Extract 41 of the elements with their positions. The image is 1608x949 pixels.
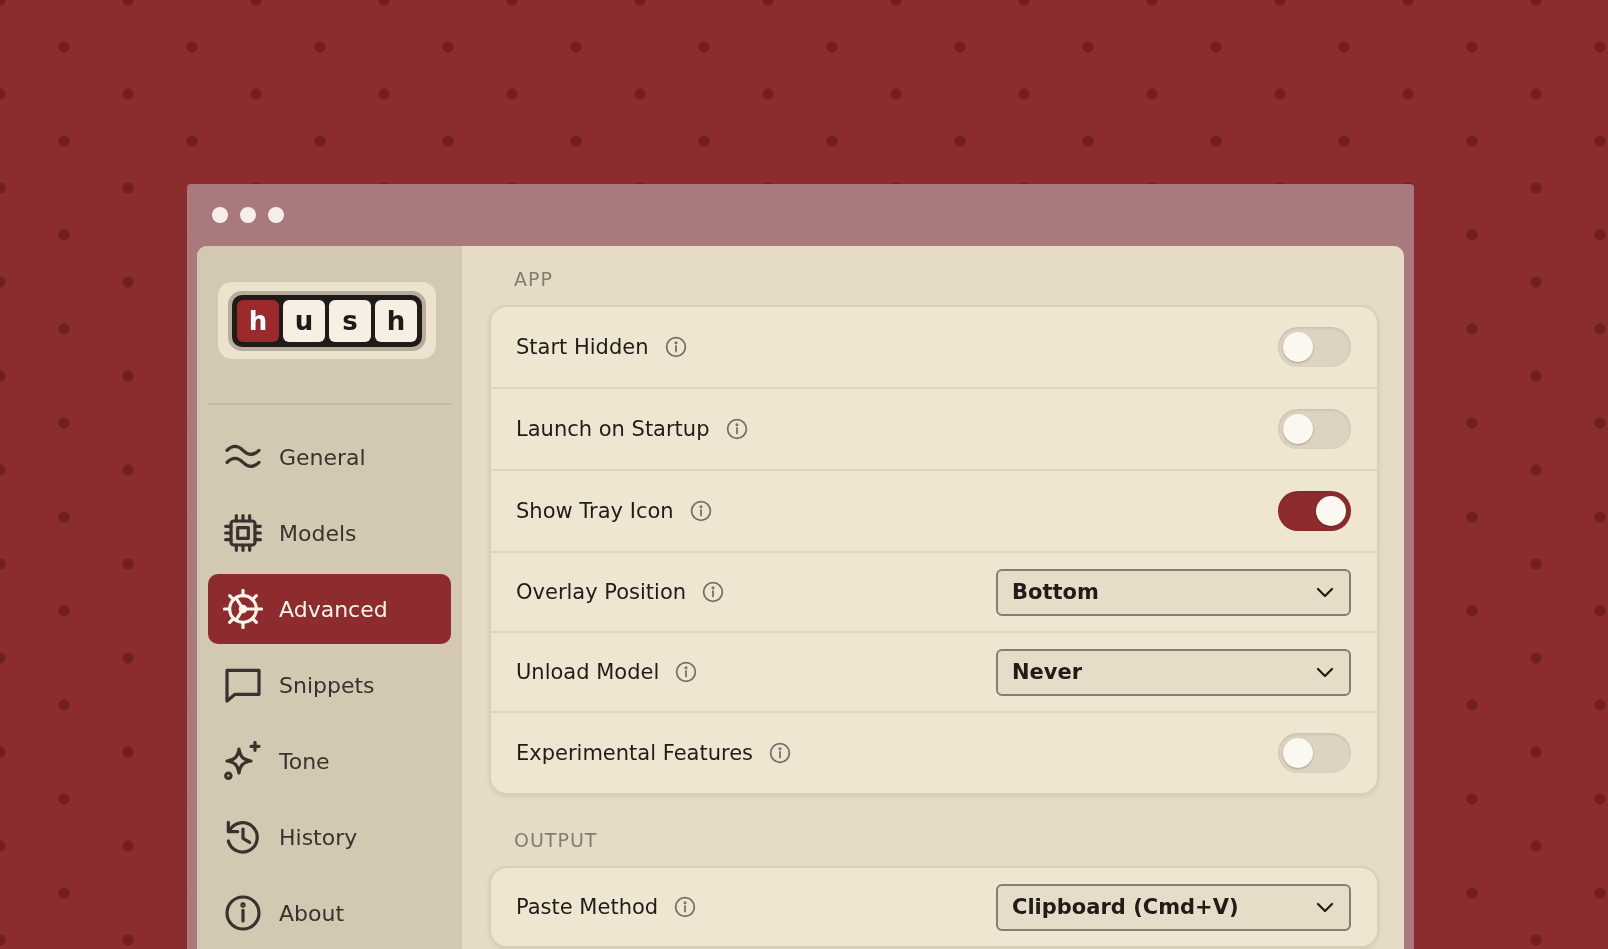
setting-label: Paste Method [516, 895, 659, 919]
info-icon[interactable] [689, 500, 712, 522]
setting-label: Overlay Position [516, 580, 687, 604]
logo-letter: s [329, 299, 371, 342]
toggle-switch[interactable] [1278, 327, 1351, 367]
chip-icon [223, 513, 263, 553]
toggle-switch[interactable] [1278, 733, 1351, 773]
setting-label: Show Tray Icon [516, 499, 674, 523]
setting-label: Unload Model [516, 660, 660, 684]
info-icon[interactable] [664, 336, 687, 358]
logo-letter: u [283, 299, 325, 342]
dropdown[interactable]: Clipboard (Cmd+V) [996, 883, 1351, 931]
toggle-switch[interactable] [1278, 409, 1351, 449]
logo-letter: h [237, 299, 279, 342]
section-heading: OUTPUT [513, 829, 599, 851]
logo-letter: h [375, 299, 417, 342]
sidebar-item[interactable]: History [208, 802, 451, 872]
sidebar-item[interactable]: Models [208, 498, 451, 568]
sidebar-item[interactable]: About [208, 878, 451, 948]
sidebar-item[interactable]: Tone [208, 726, 451, 796]
gear-icon [223, 589, 263, 629]
info-icon [223, 893, 263, 933]
window-control[interactable] [240, 207, 256, 223]
info-icon[interactable] [674, 896, 697, 918]
setting-label: Launch on Startup [516, 417, 710, 441]
dropdown[interactable]: Never [996, 648, 1351, 696]
sidebar-item[interactable]: Advanced [208, 574, 451, 644]
sidebar-item[interactable]: Snippets [208, 650, 451, 720]
setting-label: Start Hidden [516, 335, 649, 359]
sparkle-icon [223, 741, 263, 781]
section-heading: APP [513, 268, 554, 290]
window-control[interactable] [268, 207, 284, 223]
dropdown[interactable]: Bottom [996, 568, 1351, 616]
toggle-switch[interactable] [1278, 491, 1351, 531]
info-icon[interactable] [675, 661, 698, 683]
setting-label: Experimental Features [516, 741, 753, 765]
info-icon[interactable] [769, 742, 791, 764]
sidebar-item[interactable]: General [208, 422, 451, 492]
info-icon[interactable] [725, 418, 748, 440]
window-control[interactable] [212, 207, 228, 223]
info-icon[interactable] [702, 581, 725, 603]
